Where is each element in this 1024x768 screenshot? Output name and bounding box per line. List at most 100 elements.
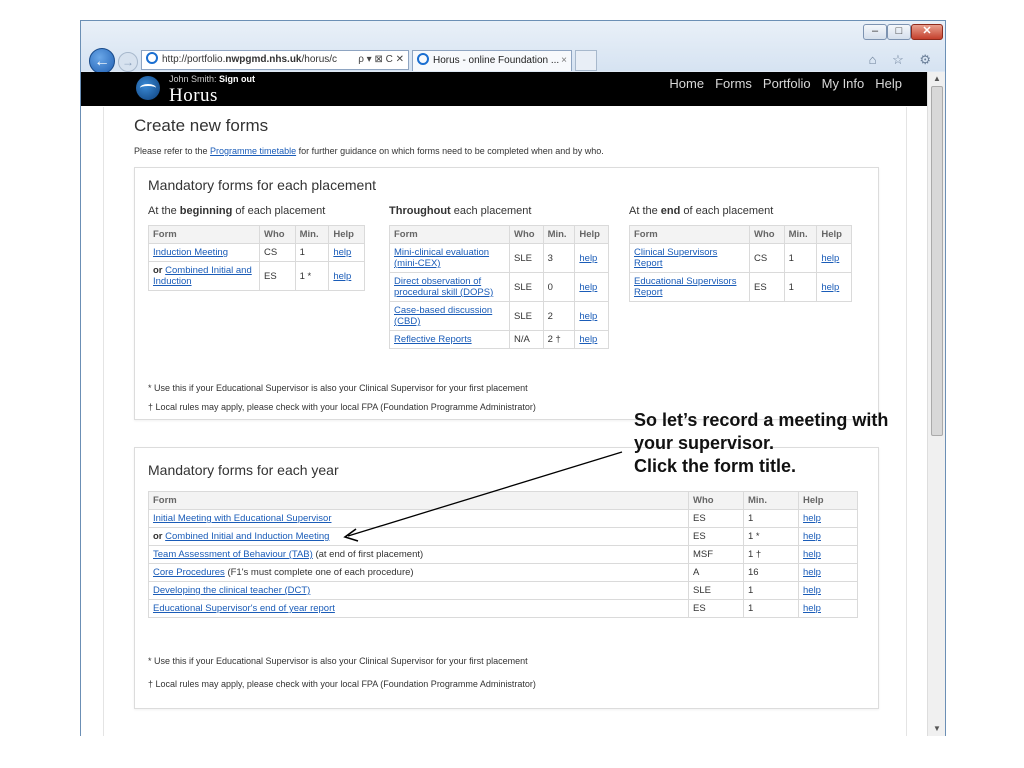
help-link[interactable]: help bbox=[821, 253, 839, 264]
min-cell: 1 * bbox=[743, 527, 799, 546]
annotation-line-3: Click the form title. bbox=[634, 456, 797, 476]
year-panel-title: Mandatory forms for each year bbox=[148, 462, 339, 478]
browser-tools-icons[interactable]: ⌂ ☆ ⚙ bbox=[869, 52, 937, 68]
help-link[interactable]: help bbox=[821, 282, 839, 293]
who-cell: CS bbox=[749, 243, 785, 273]
scroll-down-icon[interactable]: ▼ bbox=[928, 722, 946, 736]
help-link[interactable]: help bbox=[333, 247, 351, 258]
year-panel: Mandatory forms for each year Form Who M… bbox=[134, 447, 879, 709]
help-link[interactable]: help bbox=[579, 311, 597, 322]
annotation-line-1: So let’s record a meeting with bbox=[634, 410, 889, 430]
min-cell: 1 bbox=[743, 509, 799, 528]
browser-window: – □ ✕ ← → http://portfolio.nwpgmd.nhs.uk… bbox=[80, 20, 946, 736]
dops-link[interactable]: Direct observation of procedural skill (… bbox=[394, 276, 493, 298]
col-min: Min. bbox=[294, 225, 330, 244]
address-prefix: http://portfolio. bbox=[162, 54, 226, 65]
table-row: Clinical Supervisors Report CS 1 help bbox=[629, 243, 852, 273]
cbd-link[interactable]: Case-based discussion (CBD) bbox=[394, 305, 492, 327]
address-bar[interactable]: http://portfolio.nwpgmd.nhs.uk/horus/c ρ… bbox=[141, 50, 409, 70]
minimize-button[interactable]: – bbox=[863, 24, 887, 40]
placement-panel-title: Mandatory forms for each placement bbox=[148, 177, 376, 193]
help-cell: help bbox=[798, 509, 858, 528]
back-arrow-icon[interactable]: ← bbox=[89, 48, 115, 74]
help-link[interactable]: help bbox=[803, 567, 821, 578]
who-cell: ES bbox=[688, 509, 744, 528]
beginning-heading-pre: At the bbox=[148, 205, 180, 217]
beginning-heading-post: of each placement bbox=[232, 205, 326, 217]
intro-text: Please refer to the Programme timetable … bbox=[134, 146, 604, 156]
page-viewport: John Smith: Sign out Horus Home Forms Po… bbox=[81, 72, 927, 736]
nav-forms[interactable]: Forms bbox=[715, 76, 752, 91]
col-form: Form bbox=[148, 491, 689, 510]
col-min: Min. bbox=[542, 225, 576, 244]
min-cell: 1 † bbox=[743, 545, 799, 564]
address-tools-icons[interactable]: ρ ▾ ⊠ C ✕ bbox=[358, 51, 404, 69]
sign-out-link[interactable]: Sign out bbox=[219, 74, 255, 84]
help-link[interactable]: help bbox=[579, 253, 597, 264]
nav-my-info[interactable]: My Info bbox=[822, 76, 865, 91]
help-link[interactable]: help bbox=[579, 282, 597, 293]
min-cell: 3 bbox=[542, 243, 576, 273]
combined-initial-induction-link[interactable]: Combined Initial and Induction bbox=[153, 265, 252, 287]
new-tab-button[interactable] bbox=[575, 50, 597, 71]
clinical-supervisors-report-link[interactable]: Clinical Supervisors Report bbox=[634, 247, 717, 269]
scrollbar-thumb[interactable] bbox=[931, 86, 943, 436]
table-row: or Combined Initial and Induction Meetin… bbox=[148, 527, 858, 546]
table-row: Educational Supervisor's end of year rep… bbox=[148, 599, 858, 618]
mini-cex-link[interactable]: Mini-clinical evaluation (mini-CEX) bbox=[394, 247, 489, 269]
who-cell: SLE bbox=[688, 581, 744, 600]
min-cell: 16 bbox=[743, 563, 799, 582]
placement-note-1: * Use this if your Educational Superviso… bbox=[148, 383, 528, 393]
tab-link[interactable]: Team Assessment of Behaviour (TAB) bbox=[153, 549, 313, 560]
help-link[interactable]: help bbox=[579, 334, 597, 345]
form-cell: Team Assessment of Behaviour (TAB) (at e… bbox=[148, 545, 689, 564]
year-note-1: * Use this if your Educational Superviso… bbox=[148, 656, 528, 666]
throughout-heading-post: each placement bbox=[450, 205, 532, 217]
help-link[interactable]: help bbox=[803, 585, 821, 596]
vertical-scrollbar[interactable]: ▲ ▼ bbox=[927, 72, 945, 736]
tab-close-icon[interactable]: × bbox=[561, 51, 567, 71]
col-form: Form bbox=[148, 225, 260, 244]
nav-portfolio[interactable]: Portfolio bbox=[763, 76, 811, 91]
programme-timetable-link[interactable]: Programme timetable bbox=[210, 146, 296, 156]
scroll-up-icon[interactable]: ▲ bbox=[928, 72, 946, 86]
nav-home[interactable]: Home bbox=[669, 76, 704, 91]
min-cell: 1 bbox=[783, 272, 818, 302]
educational-supervisors-report-link[interactable]: Educational Supervisors Report bbox=[634, 276, 736, 298]
browser-tab-horus[interactable]: Horus - online Foundation ... × bbox=[412, 50, 572, 71]
form-prefix: or bbox=[153, 265, 166, 276]
induction-meeting-link[interactable]: Induction Meeting bbox=[153, 247, 228, 258]
col-who: Who bbox=[749, 225, 785, 244]
min-cell: 1 bbox=[294, 243, 330, 262]
initial-meeting-link[interactable]: Initial Meeting with Educational Supervi… bbox=[153, 513, 331, 524]
es-end-of-year-report-link[interactable]: Educational Supervisor's end of year rep… bbox=[153, 603, 335, 614]
nav-help[interactable]: Help bbox=[875, 76, 902, 91]
dct-link[interactable]: Developing the clinical teacher (DCT) bbox=[153, 585, 310, 596]
help-link[interactable]: help bbox=[803, 531, 821, 542]
forward-arrow-icon[interactable]: → bbox=[118, 52, 138, 72]
top-nav: Home Forms Portfolio My Info Help bbox=[669, 76, 902, 91]
close-window-button[interactable]: ✕ bbox=[911, 24, 943, 40]
combined-initial-induction-meeting-link[interactable]: Combined Initial and Induction Meeting bbox=[165, 531, 329, 542]
form-cell: Case-based discussion (CBD) bbox=[389, 301, 510, 331]
browser-toolbar: – □ ✕ ← → http://portfolio.nwpgmd.nhs.uk… bbox=[81, 21, 945, 74]
who-cell: ES bbox=[688, 527, 744, 546]
maximize-button[interactable]: □ bbox=[887, 24, 911, 40]
help-link[interactable]: help bbox=[803, 549, 821, 560]
end-heading-post: of each placement bbox=[680, 205, 774, 217]
form-cell: or Combined Initial and Induction Meetin… bbox=[148, 527, 689, 546]
core-procedures-link[interactable]: Core Procedures bbox=[153, 567, 225, 578]
min-cell: 1 bbox=[743, 599, 799, 618]
reflective-reports-link[interactable]: Reflective Reports bbox=[394, 334, 472, 345]
form-cell: Direct observation of procedural skill (… bbox=[389, 272, 510, 302]
table-row: Core Procedures (F1's must complete one … bbox=[148, 563, 858, 582]
annotation-line-2: your supervisor. bbox=[634, 433, 775, 453]
help-link[interactable]: help bbox=[803, 603, 821, 614]
who-cell: CS bbox=[259, 243, 296, 262]
help-cell: help bbox=[798, 527, 858, 546]
help-link[interactable]: help bbox=[803, 513, 821, 524]
help-cell: help bbox=[816, 272, 852, 302]
help-link[interactable]: help bbox=[333, 271, 351, 282]
end-heading: At the end of each placement bbox=[629, 205, 773, 217]
col-who: Who bbox=[688, 491, 744, 510]
